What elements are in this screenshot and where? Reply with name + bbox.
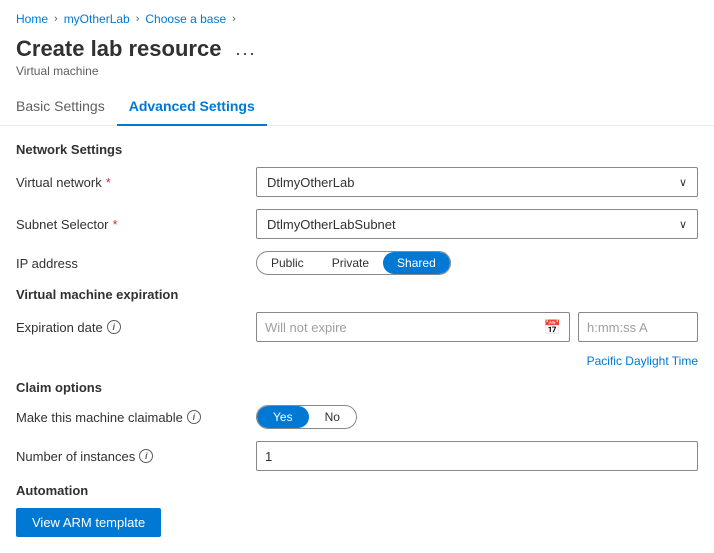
- expiration-date-placeholder: Will not expire: [265, 320, 347, 335]
- expiration-info-icon[interactable]: i: [107, 320, 121, 334]
- network-settings-title: Network Settings: [16, 142, 698, 157]
- claimable-label: Make this machine claimable i: [16, 410, 256, 425]
- tab-bar: Basic Settings Advanced Settings: [0, 90, 714, 126]
- subnet-dropdown[interactable]: DtlmyOtherLabSubnet ∨: [256, 209, 698, 239]
- automation-title: Automation: [16, 483, 698, 498]
- page-title: Create lab resource: [16, 36, 221, 62]
- ip-address-row: IP address Public Private Shared: [16, 251, 698, 275]
- breadcrumb-choose-base[interactable]: Choose a base: [145, 12, 226, 26]
- virtual-network-value: DtlmyOtherLab: [267, 175, 354, 190]
- expiration-date-row: Expiration date i Will not expire 📅 h:mm…: [16, 312, 698, 342]
- virtual-network-row: Virtual network * DtlmyOtherLab ∨: [16, 167, 698, 197]
- claimable-info-icon[interactable]: i: [187, 410, 201, 424]
- subnet-required: *: [113, 217, 118, 232]
- content-area: Network Settings Virtual network * Dtlmy…: [0, 126, 714, 553]
- page-subtitle: Virtual machine: [0, 62, 714, 86]
- subnet-chevron: ∨: [679, 218, 687, 231]
- view-arm-template-button[interactable]: View ARM template: [16, 508, 161, 537]
- instances-row: Number of instances i: [16, 441, 698, 471]
- instances-control[interactable]: [256, 441, 698, 471]
- ellipsis-menu-button[interactable]: ...: [231, 37, 260, 62]
- yes-no-toggle-group: Yes No: [256, 405, 357, 429]
- subnet-value: DtlmyOtherLabSubnet: [267, 217, 396, 232]
- ip-address-label: IP address: [16, 256, 256, 271]
- time-placeholder: h:mm:ss A: [587, 320, 648, 335]
- expiration-controls: Will not expire 📅 h:mm:ss A: [256, 312, 698, 342]
- timezone-label: Pacific Daylight Time: [587, 354, 698, 368]
- virtual-network-required: *: [106, 175, 111, 190]
- instances-label: Number of instances i: [16, 449, 256, 464]
- ip-option-private[interactable]: Private: [318, 252, 383, 274]
- ip-selector-group: Public Private Shared: [256, 251, 451, 275]
- ip-option-public[interactable]: Public: [257, 252, 318, 274]
- ip-option-shared[interactable]: Shared: [383, 252, 450, 274]
- breadcrumb-myotherlab[interactable]: myOtherLab: [64, 12, 130, 26]
- ip-address-selector: Public Private Shared: [256, 251, 698, 275]
- virtual-network-select[interactable]: DtlmyOtherLab ∨: [256, 167, 698, 197]
- expiration-date-input[interactable]: Will not expire 📅: [256, 312, 570, 342]
- expiration-time-input[interactable]: h:mm:ss A: [578, 312, 698, 342]
- timezone-row: Pacific Daylight Time: [16, 354, 698, 368]
- tab-advanced-settings[interactable]: Advanced Settings: [117, 90, 267, 126]
- claim-options-title: Claim options: [16, 380, 698, 395]
- expiration-date-label: Expiration date i: [16, 320, 256, 335]
- calendar-icon: 📅: [544, 319, 561, 336]
- yes-option[interactable]: Yes: [257, 406, 309, 428]
- no-option[interactable]: No: [309, 406, 356, 428]
- network-settings-section: Network Settings Virtual network * Dtlmy…: [16, 142, 698, 275]
- breadcrumb-sep-2: ›: [136, 13, 140, 25]
- claimable-toggle: Yes No: [256, 405, 698, 429]
- claimable-row: Make this machine claimable i Yes No: [16, 405, 698, 429]
- virtual-network-chevron: ∨: [679, 176, 687, 189]
- instances-info-icon[interactable]: i: [139, 449, 153, 463]
- subnet-row: Subnet Selector * DtlmyOtherLabSubnet ∨: [16, 209, 698, 239]
- page-header: Create lab resource ...: [0, 32, 714, 62]
- breadcrumb-sep-1: ›: [54, 13, 58, 25]
- breadcrumb-home[interactable]: Home: [16, 12, 48, 26]
- breadcrumb: Home › myOtherLab › Choose a base ›: [0, 0, 714, 32]
- breadcrumb-sep-3: ›: [232, 13, 236, 25]
- subnet-label: Subnet Selector *: [16, 217, 256, 232]
- expiration-section-title: Virtual machine expiration: [16, 287, 698, 302]
- instances-input[interactable]: [256, 441, 698, 471]
- virtual-network-dropdown[interactable]: DtlmyOtherLab ∨: [256, 167, 698, 197]
- tab-basic-settings[interactable]: Basic Settings: [16, 90, 117, 126]
- virtual-network-label: Virtual network *: [16, 175, 256, 190]
- subnet-select[interactable]: DtlmyOtherLabSubnet ∨: [256, 209, 698, 239]
